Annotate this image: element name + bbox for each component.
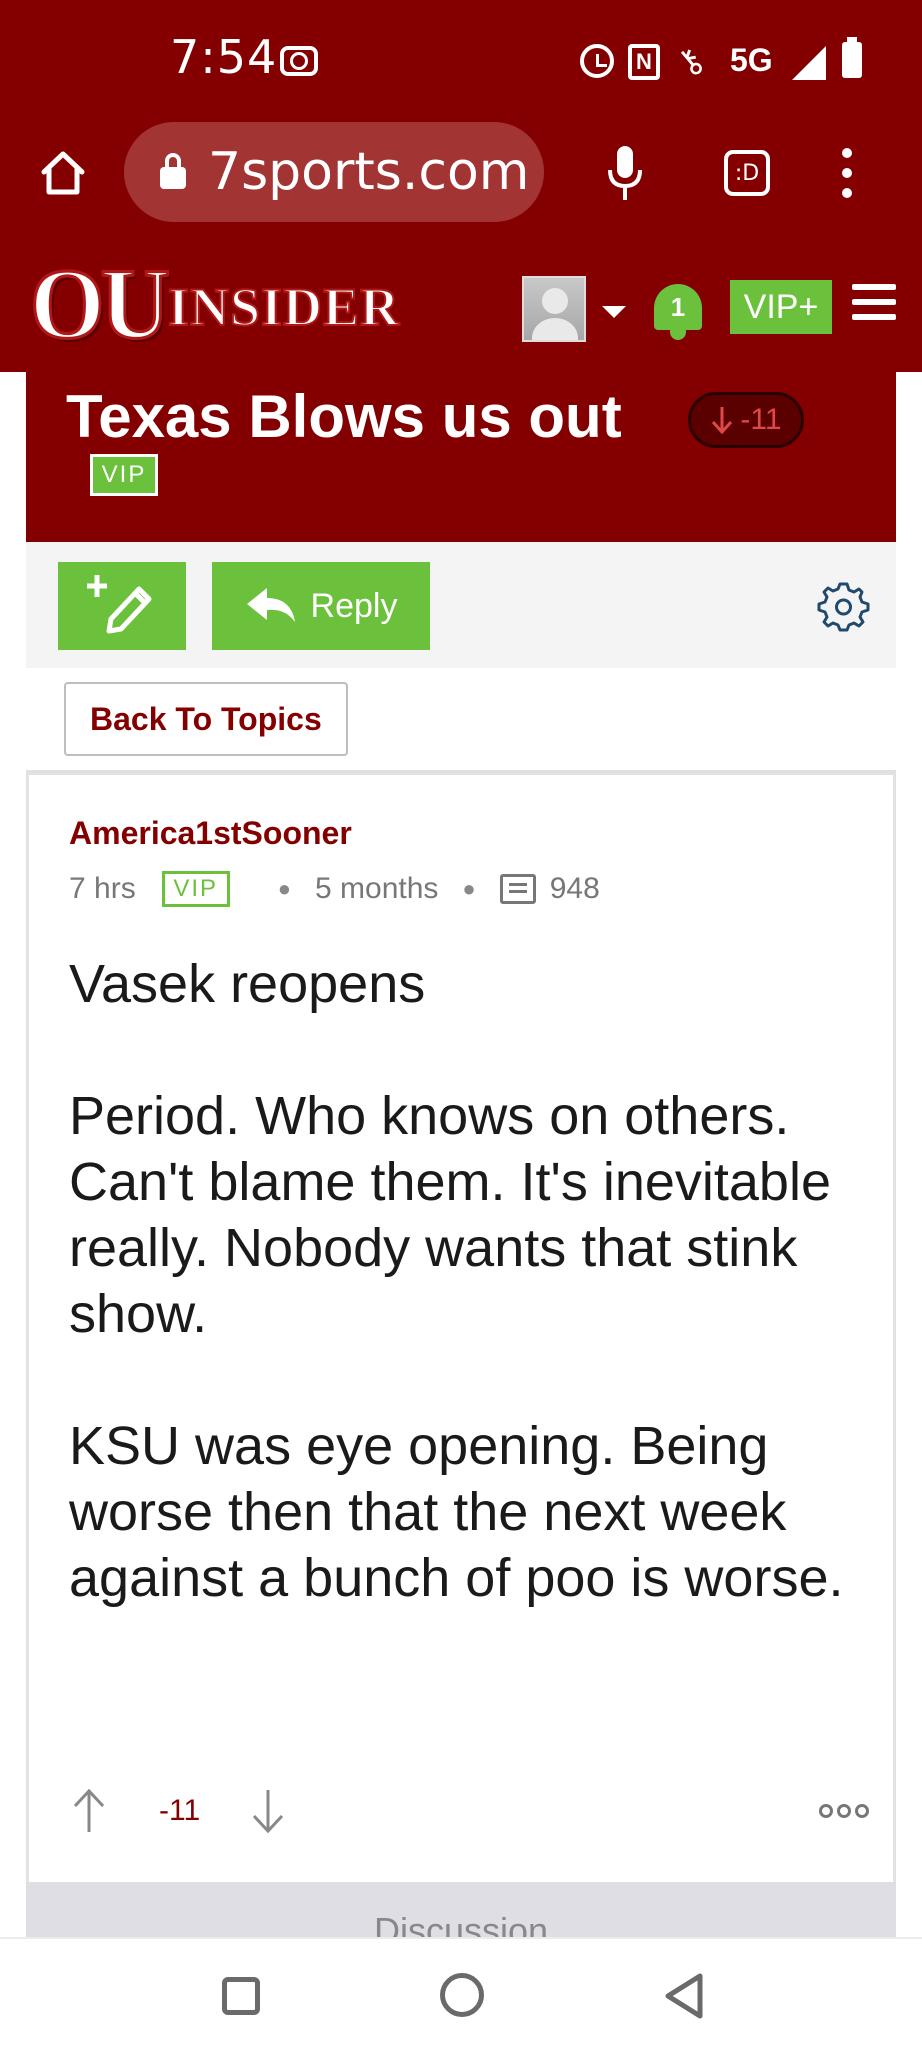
arrow-down-icon — [712, 407, 733, 435]
topic-score: -11 — [740, 403, 782, 436]
status-time: 7:54 — [170, 30, 278, 84]
vip-plus-button[interactable]: VIP+ — [730, 280, 832, 334]
post-author-link[interactable]: America1stSooner — [69, 815, 352, 852]
logo-ou-text: OU — [29, 247, 172, 360]
notification-bell-icon[interactable]: 1 — [650, 276, 706, 342]
page-title: Texas Blows us out — [66, 383, 622, 450]
kebab-menu-icon[interactable] — [840, 148, 854, 202]
back-triangle-icon[interactable] — [662, 1971, 706, 2021]
vip-badge: VIP — [90, 454, 158, 496]
site-header: OU INSIDER 1 VIP+ — [0, 252, 922, 372]
comment-icon — [499, 874, 536, 904]
site-logo[interactable]: OU INSIDER — [29, 252, 401, 356]
screen-record-icon — [280, 46, 318, 76]
network-type: 5G — [730, 42, 773, 78]
reply-label: Reply — [310, 586, 398, 625]
back-to-topics-button[interactable]: Back To Topics — [64, 682, 348, 756]
post-paragraph: KSU was eye opening. Being worse then th… — [69, 1416, 844, 1608]
mic-icon[interactable] — [605, 144, 645, 204]
author-post-count: 948 — [549, 872, 600, 905]
vpn-key-icon: ⚷ — [668, 39, 713, 85]
hamburger-menu-icon[interactable] — [852, 284, 896, 324]
home-icon[interactable] — [38, 148, 88, 198]
upvote-arrow-icon[interactable] — [69, 1786, 109, 1836]
more-options-icon[interactable] — [819, 1804, 869, 1818]
discussion-header: Discussion — [26, 1882, 896, 1937]
post-time: 7 hrs — [69, 872, 136, 905]
tabs-icon[interactable]: :D — [724, 150, 770, 196]
meta-separator: ● — [462, 876, 476, 901]
member-tenure: 5 months — [315, 872, 439, 905]
reply-icon — [246, 588, 295, 622]
lock-icon — [160, 153, 186, 189]
alarm-icon — [580, 44, 614, 78]
topic-header: Texas Blows us out -11 VIP — [26, 372, 896, 542]
gear-icon[interactable] — [816, 580, 870, 634]
page-content: Texas Blows us out -11 VIP Reply Back To… — [0, 372, 922, 1937]
notification-count: 1 — [670, 292, 686, 322]
topic-toolbar: Reply — [26, 542, 896, 668]
post-actions: -11 — [69, 1781, 869, 1841]
chevron-down-icon[interactable] — [602, 306, 626, 318]
downvote-arrow-icon[interactable] — [248, 1786, 288, 1836]
battery-icon — [842, 37, 862, 78]
url-text: 7sports.com — [208, 142, 530, 202]
post-meta: 7 hrs VIP ● 5 months ● 948 — [69, 871, 600, 907]
logo-insider-text: INSIDER — [167, 276, 401, 338]
topic-score-badge: -11 — [688, 392, 804, 448]
signal-icon — [792, 46, 826, 80]
system-nav-bar — [0, 1937, 922, 2048]
post-paragraph: Vasek reopens — [69, 954, 426, 1014]
avatar[interactable] — [522, 276, 586, 342]
home-button-icon[interactable] — [440, 1973, 484, 2017]
author-vip-badge: VIP — [161, 871, 230, 907]
post-score: -11 — [159, 1794, 201, 1827]
status-bar: 7:54 N ⚷ 5G — [0, 0, 922, 118]
post-card: America1stSooner 7 hrs VIP ● 5 months ● … — [26, 772, 896, 1937]
post-paragraph: Period. Who knows on others. Can't blame… — [69, 1086, 831, 1344]
reply-button[interactable]: Reply — [212, 562, 430, 650]
meta-separator: ● — [277, 876, 291, 901]
nfc-icon: N — [628, 44, 660, 80]
recent-apps-icon[interactable] — [222, 1977, 260, 2015]
new-topic-button[interactable] — [58, 562, 186, 650]
compose-icon — [87, 575, 152, 634]
browser-toolbar: 7sports.com :D — [0, 118, 922, 254]
post-body: Vasek reopens Period. Who knows on other… — [69, 951, 869, 1677]
address-bar[interactable]: 7sports.com — [124, 122, 544, 222]
